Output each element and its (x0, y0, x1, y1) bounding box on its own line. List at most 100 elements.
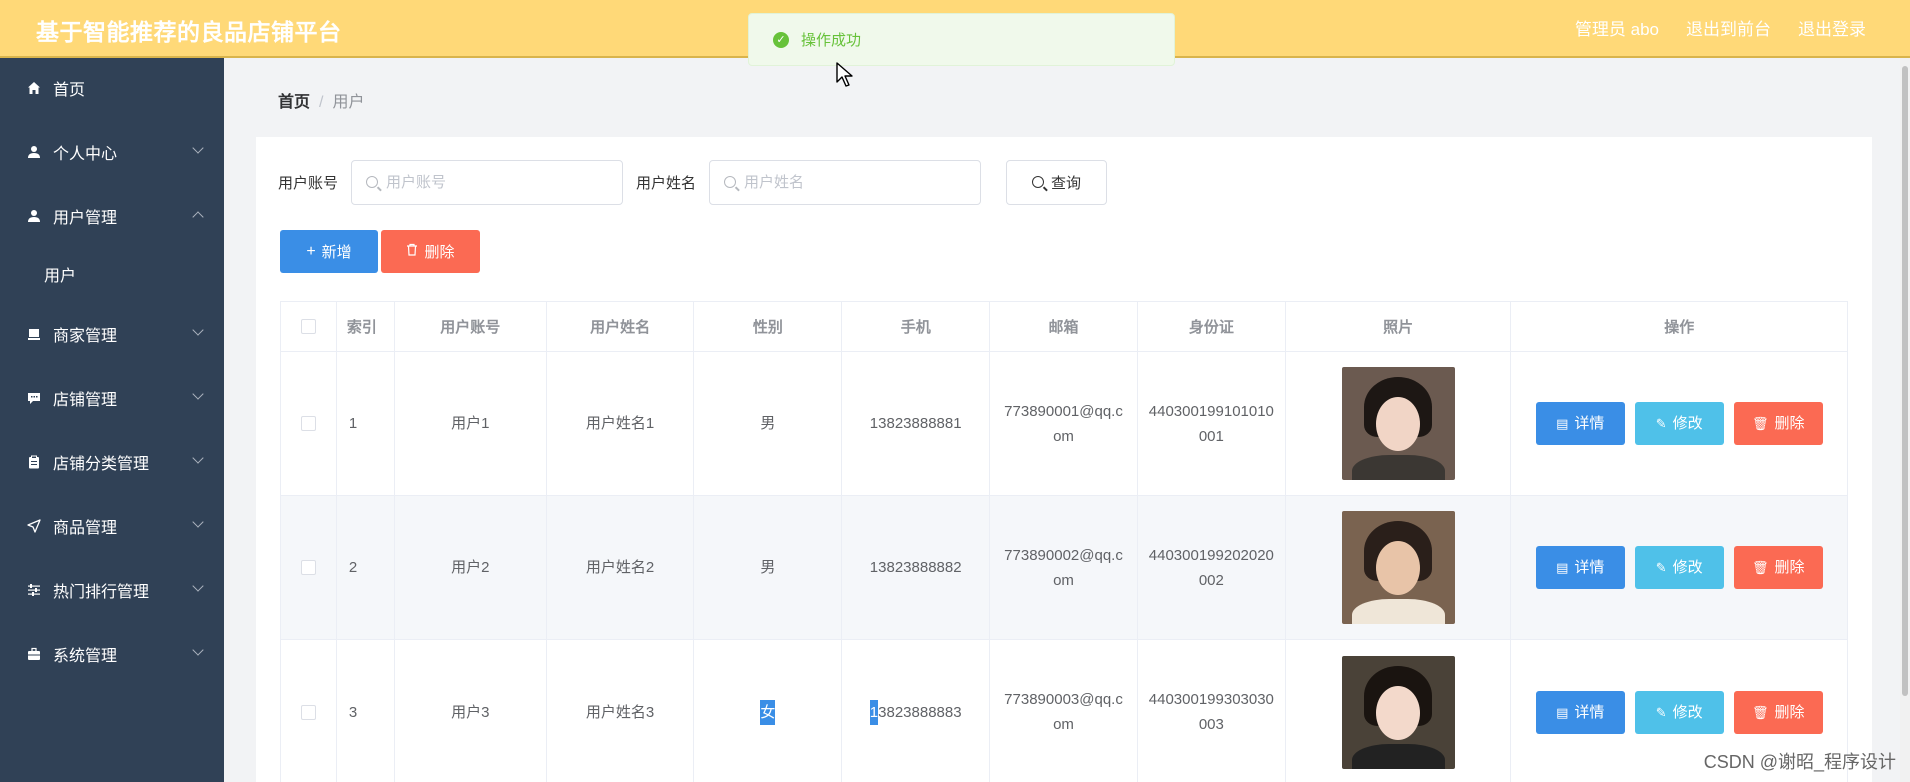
selected-text: 女 (760, 699, 776, 725)
mouse-cursor-icon (836, 62, 853, 87)
query-button-label: 查询 (1051, 174, 1082, 192)
sidebar-item-product-management[interactable]: 商品管理 (0, 506, 224, 546)
scrollbar-thumb[interactable] (1902, 66, 1908, 696)
phone-cell: 13823888881 (842, 352, 991, 495)
detail-button[interactable]: ▤ 详情 (1535, 546, 1625, 589)
edit-button[interactable]: ✎ 修改 (1634, 546, 1724, 589)
edit-button[interactable]: ✎ 修改 (1634, 402, 1724, 445)
briefcase-icon (26, 646, 42, 662)
batch-delete-button[interactable]: 删除 (381, 230, 480, 273)
name-cell: 用户姓名3 (547, 640, 695, 782)
name-label: 用户姓名 (636, 174, 697, 192)
edit-button[interactable]: ✎ 修改 (1634, 690, 1724, 734)
sidebar-item-hot-ranking-management[interactable]: 热门排行管理 (0, 570, 224, 610)
idcard-cell: 440300199303030003 (1138, 640, 1286, 782)
detail-button[interactable]: ▤ 详情 (1535, 402, 1625, 445)
account-cell: 用户1 (395, 352, 547, 495)
edit-label: 修改 (1672, 415, 1703, 432)
user-table: 索引 用户账号 用户姓名 性别 手机 邮箱 身份证 照片 操作 1 用户1 用户… (280, 301, 1848, 782)
logout-link[interactable]: 退出登录 (1798, 15, 1866, 40)
email-cell: 773890001@qq.com (990, 352, 1138, 495)
trash-icon: 🗑 (1751, 560, 1769, 575)
gender-cell: 女 (694, 640, 843, 782)
account-cell: 用户3 (395, 640, 547, 782)
document-icon: ▤ (1556, 704, 1569, 720)
sidebar-item-home[interactable]: 首页 (0, 68, 224, 108)
sidebar-item-label: 店铺分类管理 (53, 456, 150, 473)
name-search-field[interactable] (709, 159, 982, 205)
row-select-cell (281, 352, 337, 495)
send-icon (26, 518, 42, 534)
sidebar-item-personal-center[interactable]: 个人中心 (0, 132, 224, 172)
sidebar-item-label: 商家管理 (53, 328, 118, 345)
trash-icon (406, 243, 418, 261)
delete-button[interactable]: 🗑 删除 (1733, 402, 1823, 445)
user-photo[interactable] (1341, 511, 1455, 624)
main-content: 首页 / 用户 用户账号 用户姓名 查询 + 新增 (224, 58, 1910, 782)
brand-title: 基于智能推荐的良品店铺平台 (36, 19, 342, 45)
edit-label: 修改 (1672, 559, 1703, 576)
row-checkbox[interactable] (300, 416, 316, 431)
home-icon (26, 80, 42, 96)
trash-icon: 🗑 (1751, 416, 1769, 431)
sidebar-item-store-category-management[interactable]: 店铺分类管理 (0, 442, 224, 482)
table-row: 3 用户3 用户姓名3 女 1 3823888883 773890003@qq.c… (281, 640, 1847, 782)
account-label: 用户账号 (278, 174, 339, 192)
column-header: 照片 (1286, 302, 1512, 351)
chevron-down-icon (192, 388, 204, 400)
account-search-field[interactable] (351, 159, 624, 205)
sidebar: 首页 个人中心 用户管理 用户 商家管理 店铺管理 店铺分类管理 商品管理 热门… (0, 58, 224, 782)
sidebar-item-label: 商品管理 (53, 520, 118, 537)
search-form: 用户账号 用户姓名 查询 (278, 159, 1108, 205)
account-cell: 用户2 (395, 496, 547, 639)
document-icon: ▤ (1556, 416, 1569, 431)
table-header: 索引 用户账号 用户姓名 性别 手机 邮箱 身份证 照片 操作 (281, 302, 1847, 352)
row-actions-cell: ▤ 详情 ✎ 修改 🗑 删除 (1511, 352, 1847, 495)
select-all-checkbox[interactable] (300, 319, 316, 334)
sidebar-item-store-management[interactable]: 店铺管理 (0, 378, 224, 418)
sidebar-subitem-user[interactable]: 用户 (0, 254, 224, 294)
user-icon (26, 144, 42, 160)
phone-cell: 1 3823888883 (842, 640, 991, 782)
user-photo[interactable] (1341, 367, 1455, 480)
phone-cell: 13823888882 (842, 496, 991, 639)
pencil-icon: ✎ (1655, 704, 1667, 720)
delete-button[interactable]: 🗑 删除 (1733, 690, 1823, 734)
add-button[interactable]: + 新增 (280, 230, 378, 273)
success-toast: ✓ 操作成功 (748, 13, 1175, 66)
exit-to-front-link[interactable]: 退出到前台 (1686, 15, 1771, 40)
sidebar-item-label: 用户管理 (53, 210, 118, 227)
breadcrumb-home[interactable]: 首页 (278, 94, 310, 111)
breadcrumb: 首页 / 用户 (278, 88, 364, 112)
vertical-scrollbar[interactable] (1900, 58, 1910, 782)
query-button[interactable]: 查询 (1006, 159, 1108, 205)
delete-button[interactable]: 🗑 删除 (1733, 546, 1823, 589)
search-icon (1032, 176, 1045, 188)
column-header: 性别 (694, 302, 843, 351)
row-checkbox[interactable] (300, 704, 316, 720)
table-row: 1 用户1 用户姓名1 男 13823888881 773890001@qq.c… (281, 352, 1847, 496)
search-icon (366, 176, 379, 188)
edit-label: 修改 (1672, 703, 1703, 721)
photo-face (1375, 541, 1420, 595)
row-checkbox[interactable] (300, 560, 316, 575)
content-panel: 用户账号 用户姓名 查询 + 新增 (256, 137, 1872, 782)
name-cell: 用户姓名1 (547, 352, 695, 495)
name-search-input[interactable] (744, 173, 965, 191)
photo-face (1375, 685, 1420, 740)
check-circle-icon: ✓ (773, 31, 789, 48)
sidebar-item-system-management[interactable]: 系统管理 (0, 634, 224, 674)
delete-label: 删除 (1774, 415, 1805, 432)
user-photo[interactable] (1341, 655, 1455, 769)
add-button-label: 新增 (321, 244, 352, 261)
detail-button[interactable]: ▤ 详情 (1535, 690, 1625, 734)
account-search-input[interactable] (386, 173, 607, 191)
gender-cell: 男 (694, 352, 843, 495)
search-icon (724, 176, 737, 188)
photo-cell (1286, 352, 1512, 495)
column-header: 邮箱 (990, 302, 1138, 351)
sidebar-item-user-management[interactable]: 用户管理 (0, 196, 224, 236)
clipboard-icon (26, 454, 42, 470)
sidebar-item-merchant-management[interactable]: 商家管理 (0, 314, 224, 354)
admin-user-label[interactable]: 管理员 abo (1575, 15, 1659, 40)
